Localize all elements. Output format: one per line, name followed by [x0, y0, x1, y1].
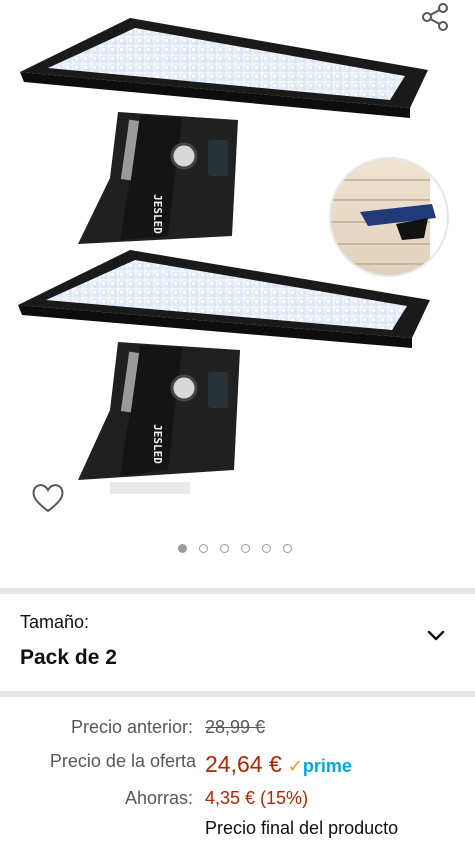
brand-mark-lower: JESLED [151, 424, 164, 464]
savings-value: 4,35 € (15%) [205, 788, 309, 808]
size-selected-value: Pack de 2 [20, 646, 117, 669]
previous-price-label: Precio anterior: [70, 717, 193, 737]
prime-label: prime [302, 756, 352, 776]
lamp-unit-lower: JESLED [18, 250, 430, 494]
share-button[interactable] [418, 0, 452, 34]
image-pagination-dots [0, 544, 472, 560]
heart-icon [32, 484, 64, 513]
size-label: Tamaño: [20, 612, 90, 632]
size-selector[interactable]: Tamaño: Pack de 2 [0, 594, 475, 691]
previous-price-value: 28,99 € [205, 717, 266, 737]
offer-price-value: 24,64 € [205, 751, 282, 777]
inset-mounted-photo [329, 157, 449, 277]
pagination-dot[interactable] [219, 544, 229, 553]
add-to-list-button[interactable] [28, 480, 68, 516]
prime-badge[interactable]: ✓prime [288, 756, 352, 776]
brand-mark-upper: JESLED [151, 194, 164, 234]
share-icon [422, 3, 448, 31]
product-image-gallery[interactable]: JESLED JESLED [0, 0, 475, 590]
pagination-dot[interactable] [177, 544, 187, 553]
final-price-note: Precio final del producto [205, 818, 399, 838]
prime-check-icon: ✓ [287, 756, 303, 776]
offer-price-label: Precio de la oferta [49, 751, 196, 771]
pagination-dot[interactable] [240, 544, 250, 553]
offer-price-group: 24,64 € ✓prime [205, 751, 352, 778]
pagination-dot[interactable] [198, 544, 208, 553]
section-divider [0, 691, 475, 697]
savings-label: Ahorras: [124, 788, 193, 808]
chevron-down-icon[interactable] [424, 624, 448, 648]
pagination-dot[interactable] [261, 544, 271, 553]
product-image: JESLED JESLED [18, 18, 449, 494]
pagination-dot[interactable] [282, 544, 292, 553]
